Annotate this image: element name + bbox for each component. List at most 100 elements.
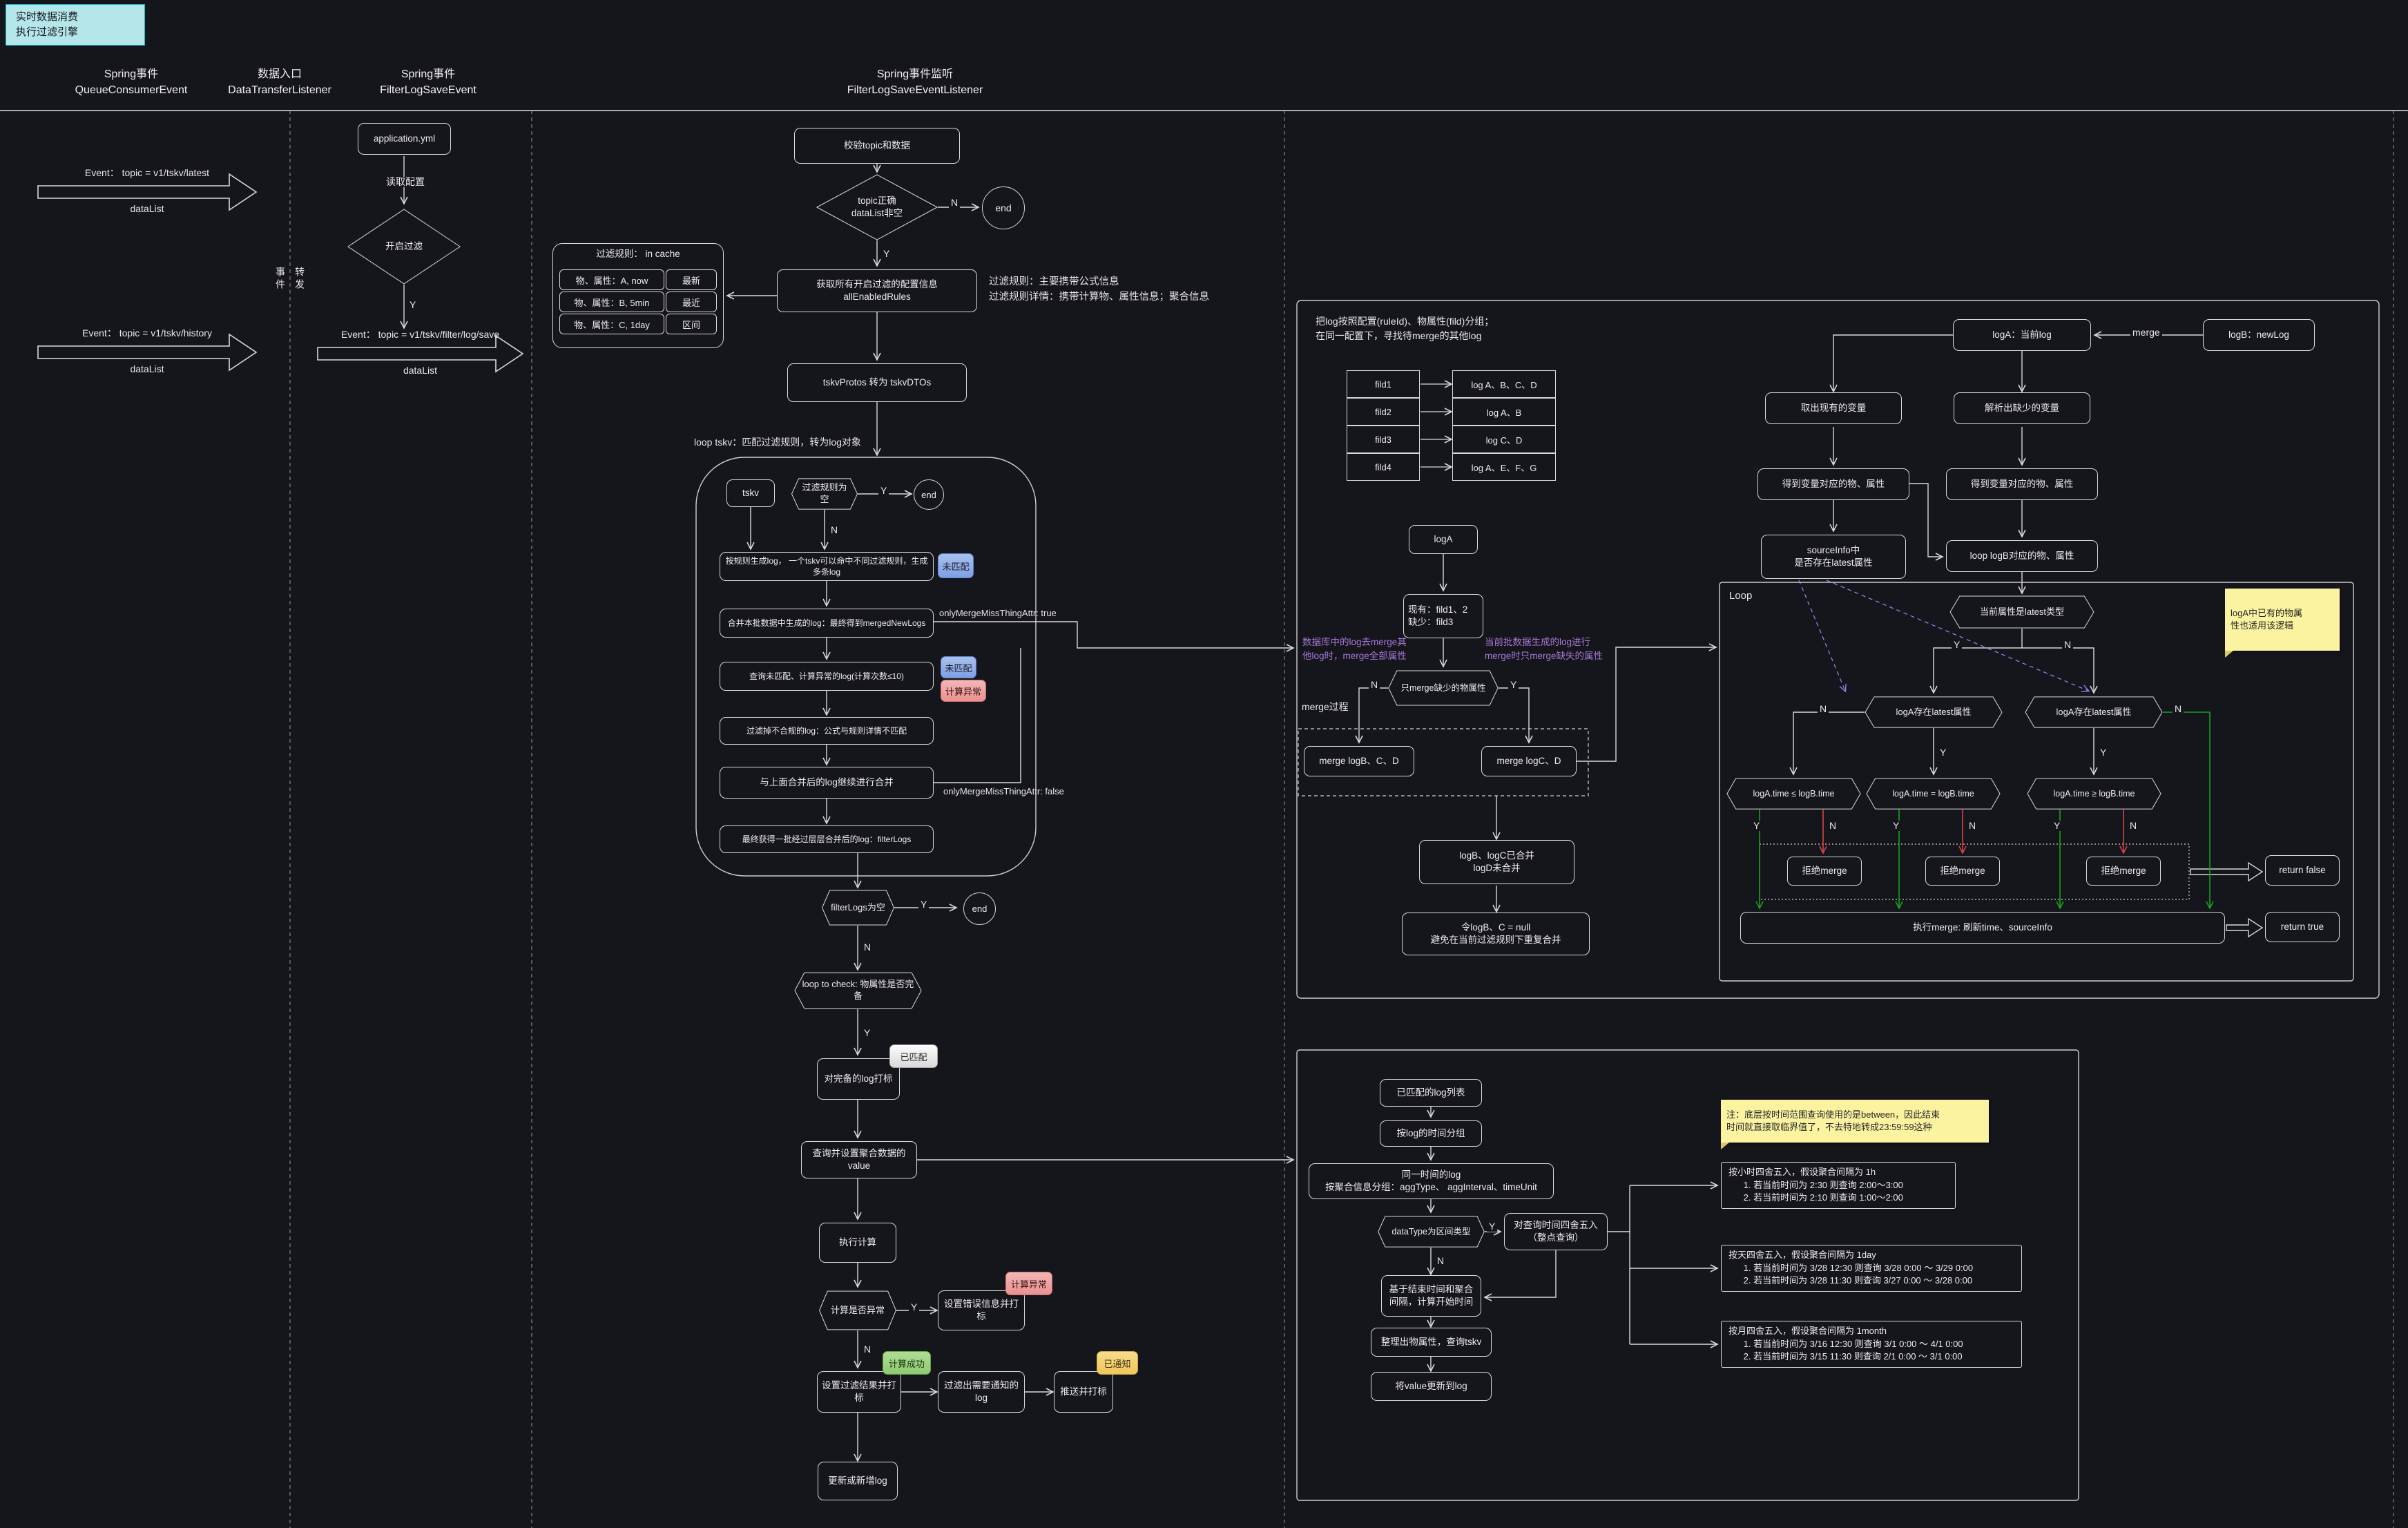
fild-key-cell[interactable]: fild3: [1347, 426, 1420, 453]
has-latest-left-decision[interactable]: logA存在latest属性: [1865, 696, 2003, 728]
between-sticky-note[interactable]: 注：底层按时间范围查询使用的是between，因此结束 时间就直接取临界值了，不…: [1721, 1100, 1989, 1143]
take-existing-node[interactable]: 取出现有的变量: [1765, 392, 1902, 424]
event-history-label: Event： topic = v1/tskv/history: [38, 326, 256, 341]
edge-label-y: Y: [918, 899, 929, 910]
reject-merge-node[interactable]: 拒绝merge: [1925, 857, 2000, 886]
edge-label-y: Y: [1952, 640, 1962, 650]
update-log-node[interactable]: 更新或新增log: [818, 1462, 898, 1500]
filter-invalid-node[interactable]: 过滤掉不合规的log：公式与规则详情不匹配: [720, 717, 934, 745]
query-agg-value-node[interactable]: 查询并设置聚合数据的value: [801, 1141, 917, 1178]
cache-row-tag[interactable]: 最近: [666, 292, 717, 312]
calc-start-time-node[interactable]: 基于结束时间和聚合 间隔，计算开始时间: [1381, 1275, 1481, 1317]
application-yml-node[interactable]: application.yml: [358, 123, 451, 155]
set-error-node[interactable]: 设置错误信息并打标: [938, 1290, 1025, 1330]
mark-complete-node[interactable]: 对完备的log打标: [817, 1058, 900, 1100]
title-banner[interactable]: 实时数据消费 执行过滤引擎: [6, 4, 145, 46]
loop-check-decision[interactable]: loop to check: 物属性是否完备: [794, 972, 922, 1009]
tskv-node[interactable]: tskv: [726, 479, 775, 507]
end-node-1[interactable]: end: [982, 187, 1025, 229]
loop-tskv-label: loop tskv：匹配过滤规则，转为log对象: [694, 435, 984, 450]
filter-notify-node[interactable]: 过滤出需要通知的log: [938, 1371, 1025, 1413]
reject-merge-node[interactable]: 拒绝merge: [2086, 857, 2161, 886]
update-value-node[interactable]: 将value更新到log: [1371, 1372, 1492, 1401]
fild-key-cell[interactable]: fild1: [1347, 370, 1420, 398]
exec-calc-node[interactable]: 执行计算: [819, 1223, 896, 1263]
month-round-note[interactable]: 按月四舍五入，假设聚合间隔为 1month 1. 若当前时间为 3/16 12:…: [1721, 1321, 2022, 1368]
badge-calc-error[interactable]: 计算异常: [1005, 1272, 1052, 1295]
logb-new-node[interactable]: logB：newLog: [2203, 319, 2315, 351]
badge-notified[interactable]: 已通知: [1097, 1351, 1138, 1375]
merge-bcd-node[interactable]: merge logB、C、D: [1304, 746, 1414, 776]
fild-value-cell[interactable]: log A、E、F、G: [1452, 453, 1556, 481]
exec-merge-node[interactable]: 执行merge: 刷新time、sourceInfo: [1740, 912, 2225, 944]
push-mark-node[interactable]: 推送并打标: [1054, 1371, 1113, 1413]
has-latest-right-decision[interactable]: logA存在latest属性: [2025, 696, 2163, 728]
generate-log-node[interactable]: 按规则生成log， 一个tskv可以命中不同过滤规则，生成多条log: [720, 552, 934, 581]
day-round-note[interactable]: 按天四舍五入，假设聚合间隔为 1day 1. 若当前时间为 3/28 12:30…: [1721, 1245, 2022, 1292]
cache-row-tag[interactable]: 最新: [666, 269, 717, 290]
final-filterlogs-node[interactable]: 最终获得一批经过层层合并后的log：filterLogs: [720, 825, 934, 853]
time-eq-decision[interactable]: logA.time = logB.time: [1866, 778, 2001, 810]
group-by-time-node[interactable]: 按log的时间分组: [1380, 1120, 1482, 1147]
filterlogs-empty-decision[interactable]: filterLogs为空: [822, 890, 894, 926]
time-le-decision[interactable]: logA.time ≤ logB.time: [1726, 778, 1861, 810]
query-unmatched-node[interactable]: 查询未匹配、计算异常的log(计算次数≤10): [720, 662, 934, 691]
sort-query-tskv-node[interactable]: 整理出物属性，查询tskv: [1371, 1328, 1492, 1357]
merged-state-node[interactable]: logB、logC已合并 logD未合并: [1419, 840, 1574, 884]
sourceinfo-node[interactable]: sourceInfo中 是否存在latest属性: [1761, 535, 1906, 579]
set-result-node[interactable]: 设置过滤结果并打标: [817, 1371, 901, 1413]
topic-ok-decision[interactable]: topic正确 dataList非空: [816, 174, 938, 240]
cache-row-attr[interactable]: 物、属性：C, 1day: [559, 314, 664, 334]
return-false-node[interactable]: return false: [2265, 855, 2340, 886]
badge-calc-error[interactable]: 计算异常: [941, 680, 986, 702]
end-node-3[interactable]: end: [963, 892, 996, 925]
hour-round-note[interactable]: 按小时四舍五入，假设聚合间隔为 1h 1. 若当前时间为 2:30 则查询 2:…: [1721, 1162, 1956, 1209]
cache-row-tag[interactable]: 区间: [666, 314, 717, 334]
fild-value-cell[interactable]: log C、D: [1452, 426, 1556, 453]
parse-missing-node[interactable]: 解析出缺少的变量: [1954, 392, 2090, 424]
get-attr-left-node[interactable]: 得到变量对应的物、属性: [1757, 468, 1909, 500]
loop-logb-node[interactable]: loop logB对应的物、属性: [1946, 540, 2098, 572]
tskv-dto-node[interactable]: tskvProtos 转为 tskvDTOs: [787, 363, 967, 402]
badge-unmatched[interactable]: 未匹配: [938, 553, 974, 578]
calc-error-decision[interactable]: 计算是否异常: [819, 1290, 896, 1330]
badge-calc-ok[interactable]: 计算成功: [883, 1351, 931, 1375]
continue-merge-node[interactable]: 与上面合并后的log继续进行合并: [720, 767, 934, 799]
merge-batch-node[interactable]: 合并本批数据中生成的log：最终得到mergedNewLogs: [720, 609, 934, 638]
fild-key-cell[interactable]: fild2: [1347, 398, 1420, 426]
loga-current-node[interactable]: logA：当前log: [1953, 319, 2091, 351]
time-ge-decision[interactable]: logA.time ≥ logB.time: [2027, 778, 2161, 810]
set-null-node[interactable]: 令logB、C = null 避免在当前过滤规则下重复合并: [1402, 913, 1590, 955]
matched-list-node[interactable]: 已匹配的log列表: [1380, 1079, 1482, 1107]
cache-row-attr[interactable]: 物、属性：B, 5min: [559, 292, 664, 312]
round-query-node[interactable]: 对查询时间四舍五入 （整点查询）: [1504, 1213, 1608, 1250]
datatype-range-decision[interactable]: dataType为区间类型: [1378, 1216, 1485, 1248]
fild-value-cell[interactable]: log A、B、C、D: [1452, 370, 1556, 398]
cache-row-attr[interactable]: 物、属性：A, now: [559, 269, 664, 290]
merge-cd-node[interactable]: merge logC、D: [1481, 746, 1577, 776]
lane-header-filter-log-save-event: Spring事件 FilterLogSaveEvent: [325, 66, 532, 98]
edge-label-n: N: [2128, 821, 2139, 831]
get-enabled-rules-node[interactable]: 获取所有开启过滤的配置信息 allEnabledRules: [777, 269, 977, 312]
end-node-2[interactable]: end: [914, 479, 944, 510]
fild-key-cell[interactable]: fild4: [1347, 453, 1420, 481]
reject-merge-node[interactable]: 拒绝merge: [1787, 857, 1862, 886]
edge-label-y: Y: [2052, 821, 2062, 831]
only-miss-decision[interactable]: 只merge缺少的物属性: [1388, 670, 1499, 706]
badge-unmatched[interactable]: 未匹配: [941, 656, 976, 678]
rule-empty-decision[interactable]: 过滤规则为空: [791, 478, 858, 510]
get-attr-right-node[interactable]: 得到变量对应的物、属性: [1946, 468, 2098, 500]
same-time-group-node[interactable]: 同一时间的log 按聚合信息分组：aggType、 aggInterval、ti…: [1309, 1163, 1554, 1199]
badge-matched[interactable]: 已匹配: [889, 1044, 938, 1068]
loga-node[interactable]: logA: [1409, 525, 1478, 554]
edge-label-n: N: [949, 198, 960, 208]
is-latest-decision[interactable]: 当前属性是latest类型: [1949, 595, 2094, 629]
event-filter-save-label: Event： topic = v1/tskv/filter/log/save: [318, 327, 523, 342]
enable-filter-decision[interactable]: 开启过滤: [347, 209, 461, 285]
loop-sticky-note[interactable]: logA中已有的物属 性也适用该逻辑: [2225, 589, 2340, 651]
only-merge-false-note: onlyMergeMissThingAttr: false: [943, 785, 1088, 799]
validate-topic-node[interactable]: 校验topic和数据: [794, 128, 960, 164]
have-miss-node[interactable]: 现有：fild1、2 缺少：fild3: [1403, 594, 1483, 638]
fild-value-cell[interactable]: log A、B: [1452, 398, 1556, 426]
return-true-node[interactable]: return true: [2265, 912, 2340, 942]
